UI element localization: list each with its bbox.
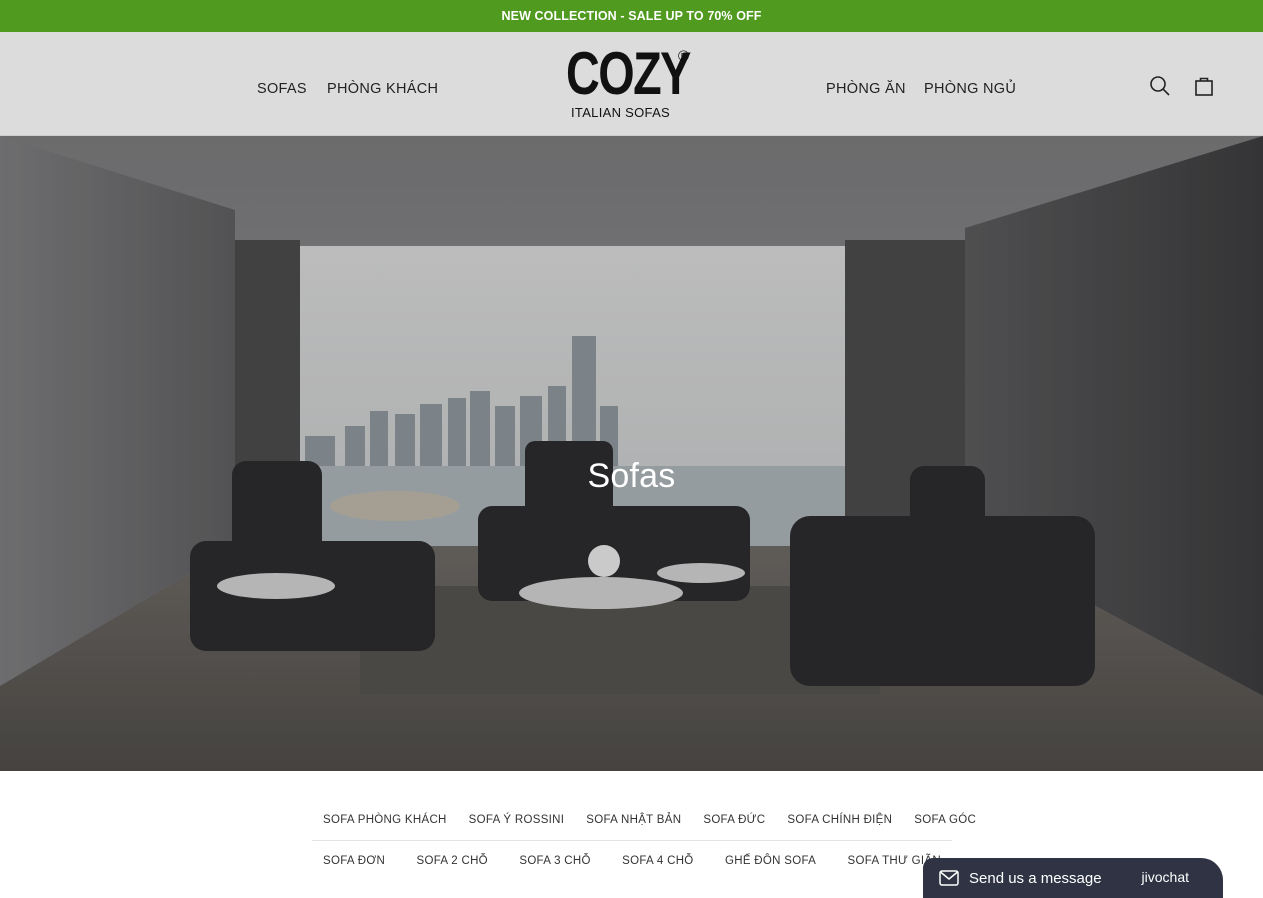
site-logo[interactable]: COZY ® ITALIAN SOFAS [566, 40, 696, 126]
category-sofa-phong-khach[interactable]: SOFA PHÒNG KHÁCH [312, 814, 458, 826]
chat-widget[interactable]: Send us a message jivochat [923, 858, 1223, 898]
logo-registered: ® [678, 48, 690, 65]
logo-mark: COZY [566, 40, 691, 107]
nav-phong-ngu[interactable]: PHÒNG NGỦ [924, 81, 1016, 97]
search-icon[interactable] [1148, 74, 1172, 98]
category-sofa-don[interactable]: SOFA ĐƠN [312, 855, 396, 867]
nav-phong-an[interactable]: PHÒNG ĂN [826, 81, 906, 97]
site-header: SOFAS PHÒNG KHÁCH COZY ® ITALIAN SOFAS P… [0, 32, 1263, 136]
category-row: SOFA ĐƠN SOFA 2 CHỖ SOFA 3 CHỖ SOFA 4 CH… [312, 840, 952, 880]
logo-subtitle: ITALIAN SOFAS [571, 105, 671, 120]
category-sofa-4-cho[interactable]: SOFA 4 CHỖ [611, 855, 704, 867]
announcement-text: NEW COLLECTION - SALE UP TO 70% OFF [501, 9, 762, 23]
hero-banner: Sofas [0, 136, 1263, 771]
category-nav: SOFA PHÒNG KHÁCH SOFA Ý ROSSINI SOFA NHẬ… [312, 800, 976, 880]
cart-icon[interactable] [1192, 74, 1216, 98]
hero-image [0, 136, 1263, 771]
category-sofa-duc[interactable]: SOFA ĐỨC [692, 814, 776, 826]
nav-phong-khach[interactable]: PHÒNG KHÁCH [327, 81, 438, 97]
chat-label: Send us a message [969, 869, 1102, 887]
category-row: SOFA PHÒNG KHÁCH SOFA Ý ROSSINI SOFA NHẬ… [312, 800, 976, 840]
nav-sofas[interactable]: SOFAS [257, 81, 307, 97]
category-sofa-goc[interactable]: SOFA GÓC [903, 814, 987, 826]
chat-brand: jivochat [1141, 869, 1189, 885]
mail-icon [939, 870, 959, 886]
category-ghe-don-sofa[interactable]: GHẾ ĐÔN SOFA [714, 855, 827, 867]
category-sofa-nhat-ban[interactable]: SOFA NHẬT BẢN [575, 814, 692, 826]
category-sofa-3-cho[interactable]: SOFA 3 CHỖ [508, 855, 601, 867]
category-sofa-2-cho[interactable]: SOFA 2 CHỖ [406, 855, 499, 867]
category-sofa-y-rossini[interactable]: SOFA Ý ROSSINI [458, 814, 576, 826]
category-sofa-chinh-dien[interactable]: SOFA CHÍNH ĐIỆN [776, 814, 903, 826]
announcement-bar: NEW COLLECTION - SALE UP TO 70% OFF [0, 0, 1263, 32]
hero-title: Sofas [587, 457, 676, 495]
